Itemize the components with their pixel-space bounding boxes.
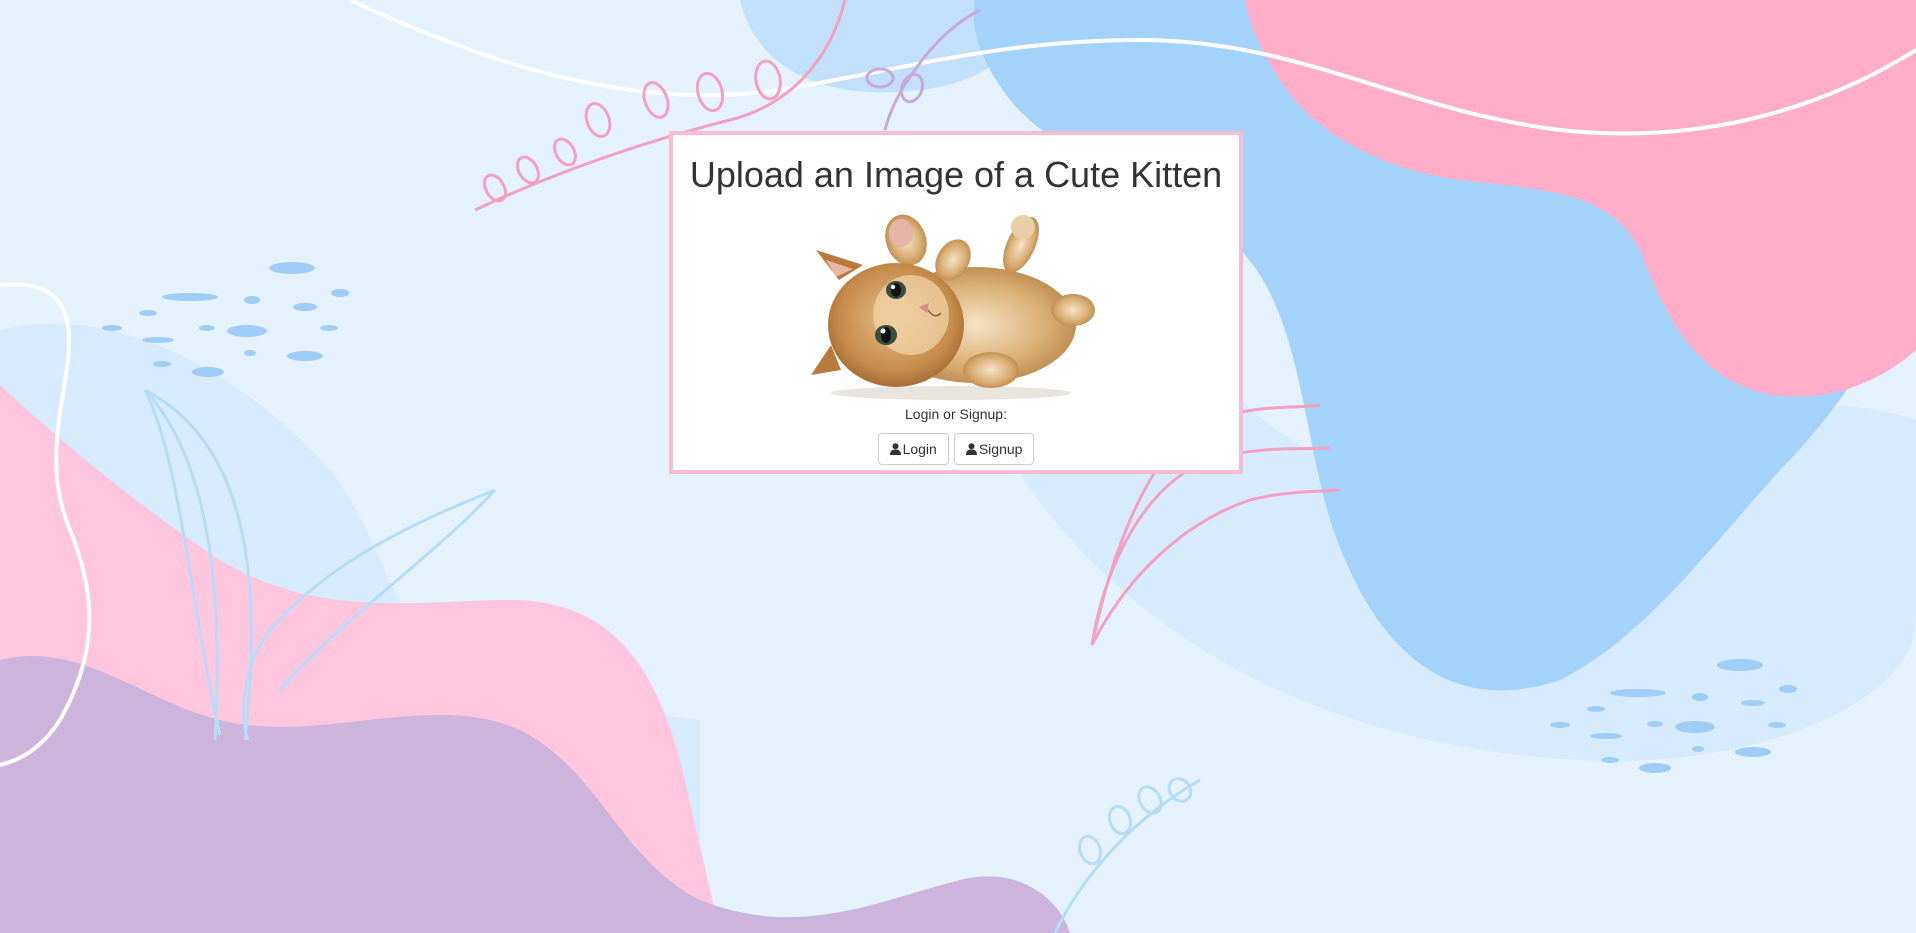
user-icon: [965, 443, 977, 455]
login-label: Login: [902, 441, 937, 457]
upload-card: Upload an Image of a Cute Kitten Login o…: [669, 131, 1243, 474]
page-title: Upload an Image of a Cute Kitten: [689, 154, 1223, 195]
signup-label: Signup: [978, 441, 1023, 457]
login-signup-prompt: Login or Signup:: [905, 406, 1007, 422]
auth-button-group: Login Signup: [673, 433, 1239, 465]
signup-button[interactable]: Signup: [953, 433, 1035, 465]
login-button[interactable]: Login: [877, 433, 949, 465]
user-icon: [889, 443, 901, 455]
kitten-image: [811, 214, 1095, 400]
